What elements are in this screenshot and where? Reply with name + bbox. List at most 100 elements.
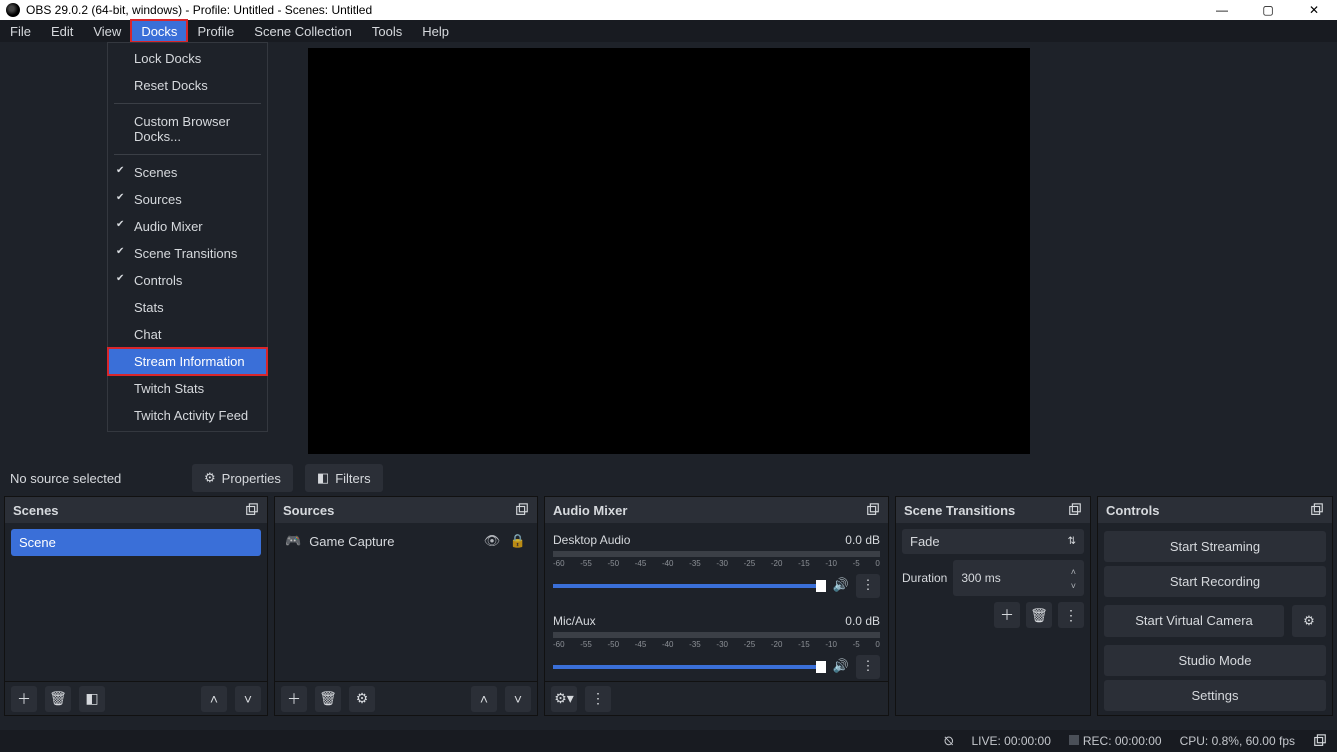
popout-icon[interactable] bbox=[1068, 503, 1082, 517]
channel-name: Desktop Audio bbox=[553, 533, 630, 547]
updown-icon: ⇅ bbox=[1068, 536, 1076, 547]
properties-label: Properties bbox=[222, 471, 281, 486]
volume-slider[interactable] bbox=[553, 665, 826, 669]
mute-button[interactable]: 🔊 bbox=[832, 658, 850, 676]
channel-menu-button[interactable]: ⋮ bbox=[856, 655, 880, 679]
settings-button[interactable]: Settings bbox=[1104, 680, 1326, 711]
audio-channel: Desktop Audio 0.0 dB -60-55-50-45-40-35-3… bbox=[549, 527, 884, 608]
meter-ticks: -60-55-50-45-40-35-30-25-20-15-10-50 bbox=[553, 640, 880, 649]
audio-settings-button[interactable]: ⚙▾ bbox=[551, 686, 577, 712]
popout-icon[interactable] bbox=[245, 503, 259, 517]
popout-icon[interactable] bbox=[1313, 734, 1327, 748]
menu-edit[interactable]: Edit bbox=[41, 20, 83, 42]
popout-icon[interactable] bbox=[866, 503, 880, 517]
studio-mode-button[interactable]: Studio Mode bbox=[1104, 645, 1326, 676]
start-recording-button[interactable]: Start Recording bbox=[1104, 566, 1326, 597]
slider-knob[interactable] bbox=[816, 580, 826, 592]
filters-label: Filters bbox=[335, 471, 370, 486]
level-meter bbox=[553, 551, 880, 557]
dd-controls[interactable]: Controls bbox=[108, 267, 267, 294]
properties-button[interactable]: ⚙ Properties bbox=[192, 464, 293, 492]
transition-value: Fade bbox=[910, 534, 940, 549]
scene-item[interactable]: Scene bbox=[11, 529, 261, 556]
controls-title: Controls bbox=[1106, 503, 1159, 518]
audio-title: Audio Mixer bbox=[553, 503, 627, 518]
menu-profile[interactable]: Profile bbox=[187, 20, 244, 42]
scene-filter-button[interactable]: ◧ bbox=[79, 686, 105, 712]
obs-logo-icon bbox=[6, 3, 20, 17]
dd-sep bbox=[114, 103, 261, 104]
source-up-button[interactable]: ˄ bbox=[471, 686, 497, 712]
dd-twitch-stats[interactable]: Twitch Stats bbox=[108, 375, 267, 402]
source-info-bar: No source selected ⚙ Properties ◧ Filter… bbox=[0, 460, 1337, 496]
remove-scene-button[interactable]: 🗑 bbox=[45, 686, 71, 712]
dd-custom-browser[interactable]: Custom Browser Docks... bbox=[108, 108, 267, 150]
dd-audio-mixer[interactable]: Audio Mixer bbox=[108, 213, 267, 240]
audio-channel: Mic/Aux 0.0 dB -60-55-50-45-40-35-30-25-2… bbox=[549, 608, 884, 681]
audio-menu-button[interactable]: ⋮ bbox=[585, 686, 611, 712]
window-title: OBS 29.0.2 (64-bit, windows) - Profile: … bbox=[26, 3, 372, 17]
dd-reset-docks[interactable]: Reset Docks bbox=[108, 72, 267, 99]
remove-source-button[interactable]: 🗑 bbox=[315, 686, 341, 712]
spinner-icon[interactable]: ˄˅ bbox=[1071, 564, 1076, 592]
dd-stream-information[interactable]: Stream Information bbox=[108, 348, 267, 375]
popout-icon[interactable] bbox=[515, 503, 529, 517]
transition-menu-button[interactable]: ⋮ bbox=[1058, 602, 1084, 628]
filters-icon: ◧ bbox=[317, 470, 329, 486]
mute-button[interactable]: 🔊 bbox=[832, 577, 850, 595]
source-info-label: No source selected bbox=[10, 471, 180, 486]
level-meter bbox=[553, 632, 880, 638]
dd-lock-docks[interactable]: Lock Docks bbox=[108, 45, 267, 72]
source-properties-button[interactable]: ⚙ bbox=[349, 686, 375, 712]
transition-select[interactable]: Fade ⇅ bbox=[902, 529, 1084, 554]
virtual-camera-settings-button[interactable]: ⚙ bbox=[1292, 605, 1326, 637]
menu-tools[interactable]: Tools bbox=[362, 20, 412, 42]
slider-knob[interactable] bbox=[816, 661, 826, 673]
gamepad-icon: 🎮 bbox=[285, 533, 301, 549]
close-button[interactable]: ✕ bbox=[1291, 0, 1337, 20]
dd-sources[interactable]: Sources bbox=[108, 186, 267, 213]
source-name: Game Capture bbox=[309, 534, 394, 549]
dd-stats[interactable]: Stats bbox=[108, 294, 267, 321]
gear-icon: ⚙ bbox=[1303, 613, 1315, 629]
status-bar: ⦰ LIVE: 00:00:00 REC: 00:00:00 CPU: 0.8%… bbox=[0, 730, 1337, 752]
add-transition-button[interactable]: ＋ bbox=[994, 602, 1020, 628]
status-live: LIVE: 00:00:00 bbox=[971, 734, 1050, 748]
menu-docks[interactable]: Docks bbox=[131, 20, 187, 42]
filters-button[interactable]: ◧ Filters bbox=[305, 464, 383, 492]
scene-down-button[interactable]: ˅ bbox=[235, 686, 261, 712]
remove-transition-button[interactable]: 🗑 bbox=[1026, 602, 1052, 628]
menu-file[interactable]: File bbox=[0, 20, 41, 42]
source-item[interactable]: 🎮 Game Capture 👁 🔒 bbox=[279, 527, 533, 555]
maximize-button[interactable]: ▢ bbox=[1245, 0, 1291, 20]
dd-twitch-activity[interactable]: Twitch Activity Feed bbox=[108, 402, 267, 429]
channel-level: 0.0 dB bbox=[845, 614, 880, 628]
menu-help[interactable]: Help bbox=[412, 20, 459, 42]
start-streaming-button[interactable]: Start Streaming bbox=[1104, 531, 1326, 562]
minimize-button[interactable]: — bbox=[1199, 0, 1245, 20]
lock-icon[interactable]: 🔒 bbox=[509, 533, 527, 549]
add-scene-button[interactable]: ＋ bbox=[11, 686, 37, 712]
scene-up-button[interactable]: ˄ bbox=[201, 686, 227, 712]
preview-canvas[interactable] bbox=[308, 48, 1030, 454]
start-virtual-camera-button[interactable]: Start Virtual Camera bbox=[1104, 605, 1284, 637]
popout-icon[interactable] bbox=[1310, 503, 1324, 517]
meter-ticks: -60-55-50-45-40-35-30-25-20-15-10-50 bbox=[553, 559, 880, 568]
docks-dropdown: Lock Docks Reset Docks Custom Browser Do… bbox=[107, 42, 268, 432]
dd-scenes[interactable]: Scenes bbox=[108, 159, 267, 186]
dd-scene-transitions[interactable]: Scene Transitions bbox=[108, 240, 267, 267]
menu-view[interactable]: View bbox=[83, 20, 131, 42]
channel-menu-button[interactable]: ⋮ bbox=[856, 574, 880, 598]
dd-chat[interactable]: Chat bbox=[108, 321, 267, 348]
visibility-icon[interactable]: 👁 bbox=[483, 533, 501, 549]
stop-icon bbox=[1069, 735, 1079, 745]
sources-dock: Sources 🎮 Game Capture 👁 🔒 ＋ 🗑 ⚙ ˄ ˅ bbox=[274, 496, 538, 716]
channel-level: 0.0 dB bbox=[845, 533, 880, 547]
duration-input[interactable]: 300 ms ˄˅ bbox=[953, 560, 1084, 596]
menu-scene-collection[interactable]: Scene Collection bbox=[244, 20, 362, 42]
status-cpu: CPU: 0.8%, 60.00 fps bbox=[1180, 734, 1295, 748]
volume-slider[interactable] bbox=[553, 584, 826, 588]
source-down-button[interactable]: ˅ bbox=[505, 686, 531, 712]
add-source-button[interactable]: ＋ bbox=[281, 686, 307, 712]
channel-name: Mic/Aux bbox=[553, 614, 596, 628]
